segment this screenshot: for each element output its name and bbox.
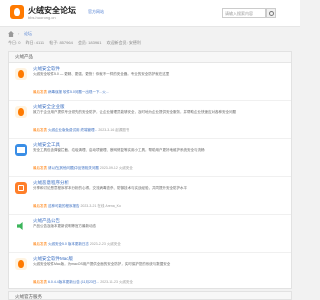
last-post-time: 2023-3-21 在线 Arena_Ko [80, 204, 121, 208]
fire-icon[interactable] [15, 258, 27, 270]
last-post-time: 2023-2-23 火绒安全 [89, 242, 121, 246]
section-title-official[interactable]: 火绒官方服务 [15, 294, 42, 300]
last-post-time: 2023-09-12 火绒安全 [99, 166, 133, 170]
forum-description: 致力于企业用户提供专业领先的安全防护，让企业管理员能够安全，及时地为企业提供安全… [33, 110, 236, 114]
forum-stats: 今日: 0 昨日: 4111 帖子: 857964 会员: 183961 欢迎新… [8, 40, 292, 48]
last-post-tag: 最后发表 [33, 166, 47, 170]
forum-item[interactable]: 火绒安全工具 安全工具包含弹窗拦截、垃圾清理、启动项管理、断网修复等实用小工具，… [9, 138, 291, 177]
section-header-official: 火绒官方服务 [8, 291, 292, 300]
stat-newest-member[interactable]: 欢迎新会员: 安德利 [107, 40, 141, 45]
forum-description: 安全工具包含弹窗拦截、垃圾清理、启动项管理、断网修复等实用小工具，帮助用户更好地… [33, 148, 205, 152]
forum-last-post: 最后发表 病毒误报 软件5.0问题一出现一下...火... [33, 90, 285, 95]
forum-last-post: 最后发表 请以在[其他问题]中反馈相关问题 2023-09-12 火绒安全 [33, 166, 285, 171]
mail-icon[interactable] [15, 144, 27, 156]
last-post-link[interactable]: 病毒误报 软件5.0问题一出现一下...火... [48, 90, 109, 94]
breadcrumb-separator: › [18, 31, 20, 36]
forum-description: 产品公告及版本更新说明等官方最新动态 [33, 224, 96, 228]
last-post-tag: 最后发表 [33, 128, 47, 132]
forum-item[interactable]: 火绒恶意程序分析 分享和讨论恶意程序样本分析的心得，交流病毒查杀、防御技术与实战… [9, 176, 291, 215]
last-post-tag: 最后发表 [33, 280, 47, 284]
forum-last-post: 最后发表 6.0.4.4版本更新公告 (11月23日... 2023-11-23… [33, 280, 285, 285]
last-post-time: 2023-3-16 起源图书 [98, 128, 130, 132]
fire-icon[interactable] [15, 68, 27, 80]
section-title[interactable]: 火绒产品 [15, 54, 33, 60]
forum-description: 火绒安全软件Mac版，为macOS用户提供全面的安全防护，实时保护您的系统与数据… [33, 262, 171, 266]
home-icon[interactable] [8, 31, 14, 37]
forum-item[interactable]: 火绒安全企业版 致力于企业用户提供专业领先的安全防护，让企业管理员能够安全，及时… [9, 100, 291, 139]
site-logo-icon[interactable] [10, 5, 24, 19]
square-icon[interactable] [15, 182, 27, 194]
fire-icon[interactable] [15, 106, 27, 118]
stat-yesterday: 昨日: 4111 [25, 40, 45, 45]
search-input[interactable]: 请输入搜索内容 [222, 8, 266, 18]
last-post-link[interactable]: 火绒安全5.0 版本更新日志 [48, 242, 89, 246]
breadcrumb-forum[interactable]: 论坛 [24, 31, 32, 37]
breadcrumb: › 论坛 [8, 31, 292, 39]
stat-today: 今日: 0 [8, 40, 21, 45]
forum-item[interactable]: 火绒产品公告 产品公告及版本更新说明等官方最新动态 最后发表 火绒安全5.0 版… [9, 214, 291, 253]
forum-last-post: 最后发表 火绒安全5.0 版本更新日志 2023-2-23 火绒安全 [33, 242, 285, 247]
last-post-link[interactable]: 这种可能的程序报告 [48, 204, 80, 208]
official-site-link[interactable]: 官方网站 [88, 9, 104, 15]
last-post-link[interactable]: 请以在[其他问题]中反馈相关问题 [48, 166, 99, 170]
forum-description: 分享和讨论恶意程序样本分析的心得，交流病毒查杀、防御技术与实战经验，共同提升安全… [33, 186, 187, 190]
forum-last-post: 最后发表 火绒企业版免费试用 终端管理... 2023-3-16 起源图书 [33, 128, 285, 133]
stat-members: 会员: 183961 [77, 40, 102, 45]
forum-section-panel: 火绒产品 火绒安全软件 火绒安全软件5.0 — 更精、更强、更快！你就不一样的安… [8, 51, 292, 289]
site-url: bbs.huorong.cn [28, 15, 56, 20]
last-post-link[interactable]: 火绒企业版免费试用 终端管理... [48, 128, 97, 132]
forum-description: 火绒安全软件5.0 — 更精、更强、更快！你就不一样的安全器。专业的安全防护就在… [33, 72, 170, 76]
stat-posts: 帖子: 857964 [49, 40, 73, 45]
top-bar: 火绒安全论坛 bbs.huorong.cn 官方网站 请输入搜索内容 [0, 0, 300, 27]
forum-last-post: 最后发表 这种可能的程序报告 2023-3-21 在线 Arena_Ko [33, 204, 285, 209]
last-post-tag: 最后发表 [33, 242, 47, 246]
last-post-link[interactable]: 6.0.4.4版本更新公告 (11月23日... [48, 280, 99, 284]
last-post-tag: 最后发表 [33, 204, 47, 208]
last-post-tag: 最后发表 [33, 90, 47, 94]
last-post-time: 2023-11-23 火绒安全 [100, 280, 133, 284]
speaker-icon[interactable] [15, 220, 27, 232]
forum-item[interactable]: 火绒安全软件Mac版 火绒安全软件Mac版，为macOS用户提供全面的安全防护，… [9, 252, 291, 290]
forum-item[interactable]: 火绒安全软件 火绒安全软件5.0 — 更精、更强、更快！你就不一样的安全器。专业… [9, 62, 291, 101]
search-button[interactable] [266, 8, 276, 18]
